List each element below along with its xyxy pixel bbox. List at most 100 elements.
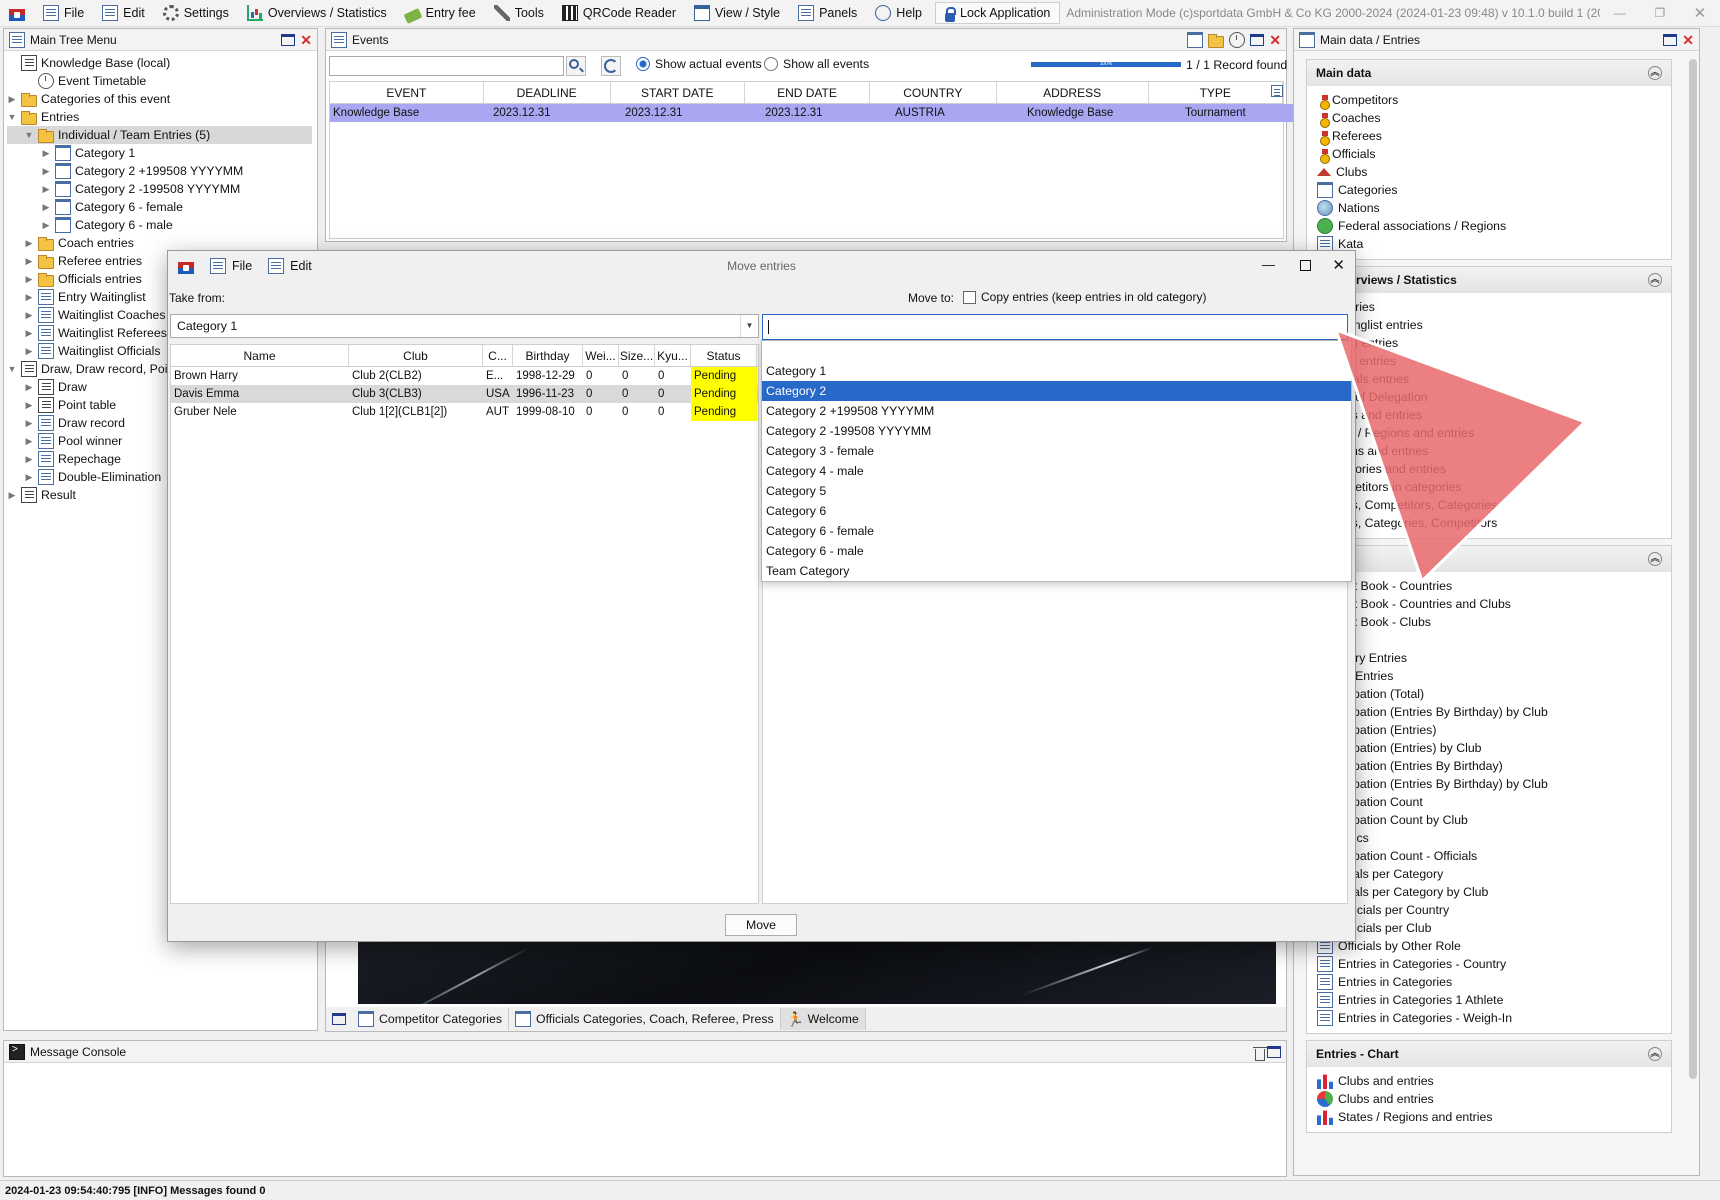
tree-toggle-icon[interactable]: ▶ bbox=[24, 346, 34, 357]
dropdown-option[interactable]: Category 5 bbox=[762, 481, 1351, 501]
column-header[interactable]: Name bbox=[171, 345, 349, 366]
dropdown-option[interactable]: Category 2 -199508 YYYYMM bbox=[762, 421, 1351, 441]
show-all-events-radio[interactable]: Show all events bbox=[764, 57, 869, 71]
table-row[interactable]: Gruber Nele Club 1[2](CLB1[2]) AUT 1999-08-… bbox=[171, 403, 758, 421]
collapse-icon[interactable]: ︽ bbox=[1648, 552, 1662, 566]
side-item[interactable]: Officials bbox=[1307, 145, 1671, 164]
tree-toggle-icon[interactable]: ▶ bbox=[24, 472, 34, 483]
column-header[interactable]: DEADLINE bbox=[484, 82, 611, 103]
menu-settings[interactable]: Settings bbox=[154, 0, 238, 27]
tree-item[interactable]: ▶ Categories of this event bbox=[7, 90, 312, 108]
side-item[interactable]: Clubs and entries bbox=[1307, 1072, 1671, 1090]
side-item[interactable]: Entries in Categories bbox=[1307, 973, 1671, 991]
menu-help[interactable]: Help bbox=[866, 0, 931, 27]
column-header[interactable]: C... bbox=[483, 345, 513, 366]
side-item[interactable]: Officials per Country bbox=[1307, 901, 1671, 919]
dropdown-option[interactable]: Category 6 - female bbox=[762, 521, 1351, 541]
tree-toggle-icon[interactable]: ▶ bbox=[24, 436, 34, 447]
column-header[interactable]: EVENT bbox=[330, 82, 484, 103]
dropdown-option[interactable]: Category 1 bbox=[762, 361, 1351, 381]
side-item[interactable]: tions and entries bbox=[1307, 442, 1671, 460]
side-item[interactable]: ticipation Count bbox=[1307, 793, 1671, 811]
take-from-select[interactable]: Category 1 ▼ bbox=[170, 314, 759, 338]
side-section-header[interactable]: Entries - Chart ︽ bbox=[1307, 1041, 1671, 1067]
dropdown-option[interactable]: Category 4 - male bbox=[762, 461, 1351, 481]
dropdown-option[interactable]: Team Category bbox=[762, 561, 1351, 581]
events-search-input[interactable] bbox=[329, 56, 564, 76]
tree-toggle-icon[interactable]: ▶ bbox=[24, 400, 34, 411]
tree-toggle-icon[interactable]: ▶ bbox=[24, 454, 34, 465]
side-item[interactable]: ub Entries bbox=[1307, 667, 1671, 685]
history-icon[interactable] bbox=[1229, 31, 1246, 48]
side-item[interactable]: mpetitors in categories bbox=[1307, 478, 1671, 496]
side-item[interactable]: Federal associations / Regions bbox=[1307, 217, 1671, 235]
dialog-close-button[interactable]: ✕ bbox=[1332, 256, 1345, 274]
side-item[interactable]: ficials entries bbox=[1307, 370, 1671, 388]
side-item[interactable]: Entries in Categories - Country bbox=[1307, 955, 1671, 973]
dialog-menu-file[interactable]: File bbox=[232, 259, 252, 273]
close-panel-icon[interactable]: ✕ bbox=[1682, 33, 1694, 47]
maximize-panel-icon[interactable] bbox=[1663, 33, 1678, 46]
tree-toggle-icon[interactable]: ▶ bbox=[41, 184, 51, 195]
side-item[interactable]: ticipation (Entries) bbox=[1307, 721, 1671, 739]
lock-application-button[interactable]: Lock Application bbox=[935, 2, 1061, 24]
maximize-panel-icon[interactable] bbox=[1267, 1045, 1281, 1058]
column-header[interactable]: Wei... bbox=[583, 345, 619, 366]
menu-entry-fee[interactable]: Entry fee bbox=[396, 0, 485, 27]
collapse-icon[interactable]: ︽ bbox=[1648, 273, 1662, 287]
menu-tools[interactable]: Tools bbox=[485, 0, 553, 27]
minimize-window-button[interactable]: — bbox=[1600, 6, 1640, 20]
open-folder-icon[interactable] bbox=[1208, 33, 1225, 48]
table-row[interactable]: Davis Emma Club 3(CLB3) USA 1996-11-23 0 0 0 Pe… bbox=[171, 385, 758, 403]
dropdown-option[interactable]: Category 6 - male bbox=[762, 541, 1351, 561]
column-header[interactable]: Club bbox=[349, 345, 483, 366]
dialog-minimize-button[interactable]: — bbox=[1262, 257, 1275, 272]
dropdown-option[interactable] bbox=[762, 341, 1351, 361]
maximize-window-button[interactable]: ❐ bbox=[1640, 6, 1680, 20]
side-item[interactable]: ticipation Count by Club bbox=[1307, 811, 1671, 829]
column-header[interactable]: Kyu... bbox=[655, 345, 691, 366]
side-item[interactable]: Clubs and entries bbox=[1307, 1090, 1671, 1108]
tree-toggle-icon[interactable]: ▼ bbox=[7, 112, 17, 122]
column-header[interactable]: START DATE bbox=[611, 82, 746, 103]
app-logo[interactable] bbox=[0, 0, 34, 27]
search-button[interactable] bbox=[566, 56, 586, 76]
table-row[interactable]: Brown Harry Club 2(CLB2) E... 1998-12-29 0 0 0… bbox=[171, 367, 758, 385]
collapse-icon[interactable]: ︽ bbox=[1648, 66, 1662, 80]
tree-item[interactable]: Event Timetable bbox=[7, 72, 312, 90]
side-section-header[interactable]: s - Overviews / Statistics ︽ bbox=[1307, 267, 1671, 293]
side-item[interactable]: ticipation (Entries By Birthday) by Club bbox=[1307, 703, 1671, 721]
column-chooser-icon[interactable] bbox=[1271, 85, 1283, 97]
side-item[interactable]: Entries in Categories 1 Athlete bbox=[1307, 991, 1671, 1009]
table-row[interactable]: Knowledge Base 2023.12.31 2023.12.31 2023.1… bbox=[330, 104, 1322, 122]
tab-officials[interactable]: Officials Categories, Coach, Referee, Pr… bbox=[509, 1008, 781, 1030]
side-item[interactable]: sult Book - Countries bbox=[1307, 577, 1671, 595]
dropdown-option[interactable]: Category 2 +199508 YYYYMM bbox=[762, 401, 1351, 421]
side-item[interactable]: ticipation (Entries) by Club bbox=[1307, 739, 1671, 757]
tree-toggle-icon[interactable]: ▶ bbox=[24, 310, 34, 321]
side-item[interactable]: ticipation (Entries By Birthday) by Club bbox=[1307, 775, 1671, 793]
side-item[interactable]: ubs and entries bbox=[1307, 406, 1671, 424]
close-panel-icon[interactable]: ✕ bbox=[1269, 33, 1281, 47]
side-section-header[interactable]: Main data ︽ bbox=[1307, 60, 1671, 86]
side-item[interactable]: ficials per Category bbox=[1307, 865, 1671, 883]
tree-item[interactable]: Knowledge Base (local) bbox=[7, 54, 312, 72]
column-header[interactable]: END DATE bbox=[745, 82, 870, 103]
trash-icon[interactable] bbox=[1253, 1046, 1267, 1061]
menu-panels[interactable]: Panels bbox=[789, 0, 866, 27]
tree-toggle-icon[interactable]: ▶ bbox=[7, 490, 17, 501]
menu-file[interactable]: File bbox=[34, 0, 93, 27]
column-header[interactable]: Status bbox=[691, 345, 757, 366]
tab-welcome[interactable]: 🏃 Welcome bbox=[780, 1008, 866, 1030]
tree-toggle-icon[interactable]: ▶ bbox=[24, 238, 34, 249]
close-window-button[interactable]: ✕ bbox=[1680, 4, 1720, 22]
column-header[interactable]: Birthday bbox=[513, 345, 583, 366]
column-header[interactable]: COUNTRY bbox=[870, 82, 997, 103]
side-item[interactable]: Categories bbox=[1307, 181, 1671, 199]
column-header[interactable]: TYPE bbox=[1149, 82, 1283, 103]
edit-event-icon[interactable] bbox=[1187, 31, 1204, 48]
side-item[interactable]: Entries in Categories - Weigh-In bbox=[1307, 1009, 1671, 1027]
tree-toggle-icon[interactable]: ▶ bbox=[7, 94, 17, 105]
refresh-button[interactable] bbox=[601, 56, 621, 76]
tree-toggle-icon[interactable]: ▶ bbox=[24, 274, 34, 285]
